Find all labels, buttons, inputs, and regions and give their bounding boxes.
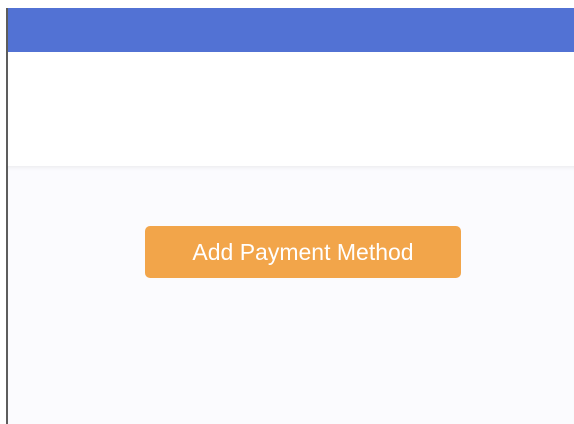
main-content-area — [8, 166, 574, 424]
add-payment-method-button[interactable]: Add Payment Method — [145, 226, 461, 278]
top-navigation-bar — [8, 8, 574, 52]
header-area — [8, 52, 574, 166]
app-window: Add Payment Method — [0, 0, 574, 424]
